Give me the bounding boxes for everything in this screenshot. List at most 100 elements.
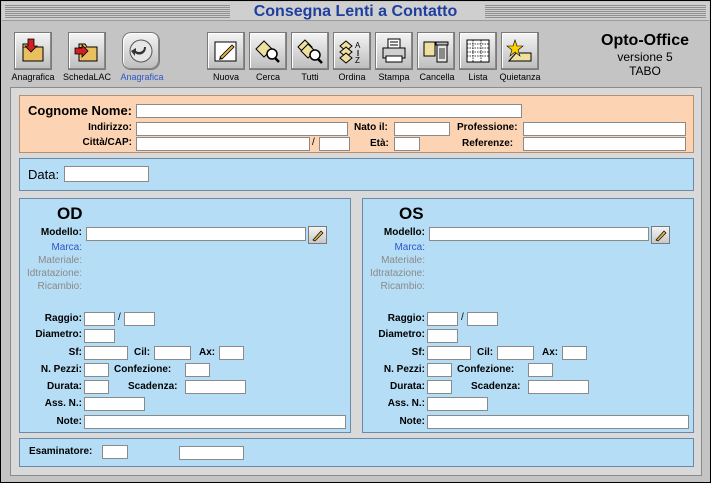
os-raggio-input-1[interactable] (427, 312, 458, 326)
quietanza-button[interactable] (501, 32, 539, 70)
tutti-button[interactable] (291, 32, 329, 70)
od-sf-input[interactable] (84, 346, 128, 360)
od-ax-input[interactable] (219, 346, 244, 360)
od-raggio-label: Raggio: (44, 313, 82, 324)
pencil-icon (654, 230, 666, 242)
data-label: Data: (28, 167, 60, 182)
os-marca-label: Marca: (394, 242, 425, 253)
os-scadenza-label: Scadenza: (471, 381, 521, 392)
od-raggio-input-2[interactable] (124, 312, 155, 326)
os-ax-input[interactable] (562, 346, 587, 360)
od-sf-label: Sf: (68, 347, 82, 358)
printer-icon (382, 38, 406, 63)
od-note-input[interactable] (84, 415, 346, 429)
od-ricambio-label: Ricambio: (37, 281, 82, 292)
os-scadenza-input[interactable] (528, 380, 589, 394)
os-cil-input[interactable] (497, 346, 534, 360)
os-sf-label: Sf: (411, 347, 425, 358)
od-modello-edit-button[interactable] (308, 226, 327, 244)
od-diametro-input[interactable] (84, 329, 115, 343)
od-ax-label: Ax: (199, 347, 216, 358)
esaminatore-label: Esaminatore: (29, 446, 93, 457)
nuova-button[interactable] (207, 32, 245, 70)
referenze-input[interactable] (523, 137, 686, 151)
os-diametro-input[interactable] (427, 329, 458, 343)
os-assn-input[interactable] (427, 397, 488, 411)
ordina-label: Ordina (338, 72, 366, 82)
od-cil-input[interactable] (154, 346, 191, 360)
anagrafica-button[interactable] (14, 32, 52, 70)
od-modello-label: Modello: (40, 227, 82, 238)
os-raggio-input-2[interactable] (467, 312, 498, 326)
nato-input[interactable] (394, 122, 450, 136)
nato-label: Nato il: (354, 122, 388, 133)
cognome-input[interactable] (136, 104, 522, 118)
back-arrow-icon (129, 39, 153, 63)
os-ricambio-label: Ricambio: (380, 281, 425, 292)
od-confezione-label: Confezione: (114, 364, 172, 375)
ordina-button[interactable]: AZ (333, 32, 371, 70)
os-sf-input[interactable] (427, 346, 471, 360)
patient-panel: Cognome Nome: Indirizzo: Nato il: Profes… (19, 95, 694, 153)
tutti-label: Tutti (301, 72, 319, 82)
citta-cap-separator: / (312, 137, 315, 148)
esaminatore-name-input[interactable] (179, 446, 244, 460)
cancella-label: Cancella (419, 72, 455, 82)
od-confezione-input[interactable] (185, 363, 210, 377)
indirizzo-input[interactable] (136, 122, 348, 136)
od-diametro-label: Diametro: (35, 329, 82, 340)
anagrafica-label: Anagrafica (11, 72, 55, 82)
stampa-button[interactable] (375, 32, 413, 70)
cerca-label: Cerca (255, 72, 280, 82)
os-modello-edit-button[interactable] (651, 226, 670, 244)
app-window: Consegna Lenti a Contatto Anagrafica Sch… (0, 0, 711, 483)
os-modello-input[interactable] (429, 227, 649, 241)
os-note-input[interactable] (427, 415, 689, 429)
od-idratazione-label: Idtratazione: (26, 268, 82, 279)
data-input[interactable] (64, 166, 149, 182)
os-cil-label: Cil: (477, 347, 494, 358)
os-idratazione-label: Idtratazione: (369, 268, 425, 279)
cap-input[interactable] (319, 137, 350, 151)
od-assn-input[interactable] (84, 397, 145, 411)
os-modello-label: Modello: (383, 227, 425, 238)
os-raggio-separator: / (461, 312, 464, 323)
od-panel: OD Modello: Marca: Materiale: Idtratazio… (19, 198, 351, 433)
brand-name: Opto-Office (601, 32, 689, 49)
new-pencil-icon (214, 41, 237, 62)
eta-input[interactable] (394, 137, 420, 151)
folder-arrow-icon (74, 43, 98, 62)
od-durata-input[interactable] (84, 380, 109, 394)
od-title: OD (57, 204, 83, 223)
os-diametro-label: Diametro: (378, 329, 425, 340)
referenze-label: Referenze: (462, 138, 514, 149)
professione-label: Professione: (457, 122, 518, 133)
os-npezzi-label: N. Pezzi: (383, 364, 425, 375)
cancella-button[interactable] (417, 32, 455, 70)
os-npezzi-input[interactable] (427, 363, 452, 377)
os-confezione-input[interactable] (528, 363, 553, 377)
folder-arrow-icon (22, 38, 44, 62)
od-modello-input[interactable] (86, 227, 306, 241)
show-all-icon (297, 39, 323, 64)
od-npezzi-input[interactable] (84, 363, 109, 377)
anagrafica-back-button[interactable] (122, 32, 160, 70)
professione-input[interactable] (523, 122, 686, 136)
brand-block: Opto-Office versione 5 TABO (585, 32, 705, 78)
brand-version: versione 5 (617, 50, 673, 64)
receipt-star-icon (506, 39, 532, 62)
os-durata-input[interactable] (427, 380, 452, 394)
cerca-button[interactable] (249, 32, 287, 70)
lista-button[interactable] (459, 32, 497, 70)
title-bar: Consegna Lenti a Contatto (2, 2, 709, 21)
od-scadenza-input[interactable] (185, 380, 246, 394)
stampa-label: Stampa (378, 72, 410, 82)
citta-input[interactable] (136, 137, 310, 151)
od-raggio-input-1[interactable] (84, 312, 115, 326)
schedalac-button[interactable] (68, 32, 106, 70)
od-scadenza-label: Scadenza: (128, 381, 178, 392)
os-note-label: Note: (399, 416, 425, 427)
esaminatore-code-input[interactable] (102, 445, 128, 459)
schedalac-label: SchedaLAC (63, 72, 112, 82)
lista-label: Lista (468, 72, 488, 82)
